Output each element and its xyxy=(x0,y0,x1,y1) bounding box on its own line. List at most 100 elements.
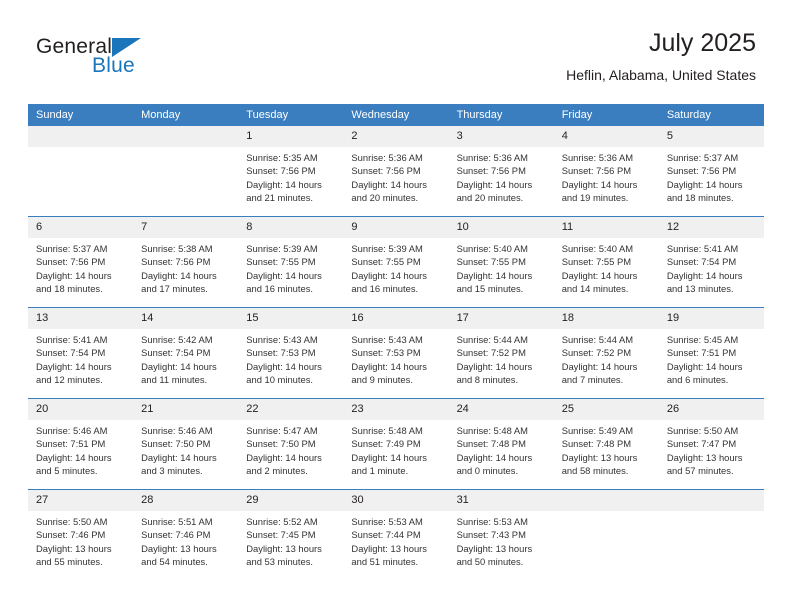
day-number xyxy=(658,490,764,511)
calendar-day-cell[interactable]: 26 Sunrise: 5:50 AM Sunset: 7:47 PM Dayligh… xyxy=(658,398,764,490)
calendar-day-cell[interactable]: 6 Sunrise: 5:37 AM Sunset: 7:56 PM Daylight… xyxy=(28,216,134,308)
calendar-day-cell[interactable]: 1 Sunrise: 5:35 AM Sunset: 7:56 PM Daylight… xyxy=(238,126,344,217)
calendar-day-cell[interactable]: 18 Sunrise: 5:44 AM Sunset: 7:52 PM Dayligh… xyxy=(553,307,659,399)
calendar-day-cell[interactable]: 19 Sunrise: 5:45 AM Sunset: 7:51 PM Dayligh… xyxy=(658,307,764,399)
day-cell-inner: 11 Sunrise: 5:40 AM Sunset: 7:55 PM Dayligh… xyxy=(553,217,659,307)
daylight-text-line1: Daylight: 13 hours xyxy=(666,451,743,463)
calendar-day-cell[interactable]: 28 Sunrise: 5:51 AM Sunset: 7:46 PM Dayligh… xyxy=(133,489,239,580)
calendar-day-cell[interactable]: 23 Sunrise: 5:48 AM Sunset: 7:49 PM Dayligh… xyxy=(343,398,449,490)
day-number: 17 xyxy=(448,308,554,329)
weekday-header-wednesday: Wednesday xyxy=(343,104,449,126)
calendar-day-cell[interactable]: 7 Sunrise: 5:38 AM Sunset: 7:56 PM Daylight… xyxy=(133,216,239,308)
calendar-day-cell[interactable]: 4 Sunrise: 5:36 AM Sunset: 7:56 PM Daylight… xyxy=(553,126,659,217)
calendar-day-cell[interactable]: 3 Sunrise: 5:36 AM Sunset: 7:56 PM Daylight… xyxy=(448,126,554,217)
day-number: 13 xyxy=(28,308,134,329)
sunrise-text: Sunrise: 5:36 AM xyxy=(456,152,528,163)
day-sun-info: Sunrise: 5:43 AM Sunset: 7:53 PM Daylight:… xyxy=(343,329,448,387)
day-cell-inner: 13 Sunrise: 5:41 AM Sunset: 7:54 PM Dayligh… xyxy=(28,308,134,398)
calendar-day-cell[interactable]: 12 Sunrise: 5:41 AM Sunset: 7:54 PM Dayligh… xyxy=(658,216,764,308)
general-blue-logo[interactable]: General Blue xyxy=(36,36,236,88)
sunset-text: Sunset: 7:56 PM xyxy=(456,165,526,177)
day-sun-info: Sunrise: 5:36 AM Sunset: 7:56 PM Daylight:… xyxy=(554,147,659,205)
sunset-text: Sunset: 7:54 PM xyxy=(666,256,737,268)
daylight-text-line2: and 0 minutes. xyxy=(456,465,519,477)
weekday-header-sunday: Sunday xyxy=(28,104,134,126)
sunset-text: Sunset: 7:56 PM xyxy=(246,165,316,177)
calendar-day-cell[interactable]: 17 Sunrise: 5:44 AM Sunset: 7:52 PM Dayligh… xyxy=(448,307,554,399)
calendar-day-cell[interactable]: 31 Sunrise: 5:53 AM Sunset: 7:43 PM Dayligh… xyxy=(448,489,554,580)
day-cell-inner: 29 Sunrise: 5:52 AM Sunset: 7:45 PM Dayligh… xyxy=(238,490,344,580)
daylight-text-line2: and 58 minutes. xyxy=(561,465,629,477)
day-sun-info: Sunrise: 5:50 AM Sunset: 7:46 PM Daylight:… xyxy=(28,511,133,569)
calendar-day-cell[interactable]: 30 Sunrise: 5:53 AM Sunset: 7:44 PM Dayligh… xyxy=(343,489,449,580)
sunset-text: Sunset: 7:56 PM xyxy=(36,256,106,268)
day-cell-inner: 4 Sunrise: 5:36 AM Sunset: 7:56 PM Daylight… xyxy=(553,126,659,216)
calendar-day-cell[interactable]: 9 Sunrise: 5:39 AM Sunset: 7:55 PM Daylight… xyxy=(343,216,449,308)
calendar-day-cell[interactable]: 27 Sunrise: 5:50 AM Sunset: 7:46 PM Dayligh… xyxy=(28,489,134,580)
calendar-day-cell[interactable]: 21 Sunrise: 5:46 AM Sunset: 7:50 PM Dayligh… xyxy=(133,398,239,490)
daylight-text-line2: and 18 minutes. xyxy=(36,283,103,295)
day-number: 24 xyxy=(448,399,554,420)
day-sun-info: Sunrise: 5:53 AM Sunset: 7:43 PM Daylight:… xyxy=(449,511,554,569)
calendar-day-cell[interactable]: 16 Sunrise: 5:43 AM Sunset: 7:53 PM Dayligh… xyxy=(343,307,449,399)
day-cell-inner: 17 Sunrise: 5:44 AM Sunset: 7:52 PM Dayligh… xyxy=(448,308,554,398)
day-cell-inner: 19 Sunrise: 5:45 AM Sunset: 7:51 PM Dayligh… xyxy=(658,308,764,398)
daylight-text-line1: Daylight: 14 hours xyxy=(666,360,743,372)
calendar-day-cell[interactable]: 5 Sunrise: 5:37 AM Sunset: 7:56 PM Daylight… xyxy=(658,126,764,217)
calendar-day-cell[interactable]: 2 Sunrise: 5:36 AM Sunset: 7:56 PM Daylight… xyxy=(343,126,449,217)
sunset-text: Sunset: 7:51 PM xyxy=(666,347,737,359)
calendar-day-cell[interactable]: 10 Sunrise: 5:40 AM Sunset: 7:55 PM Dayligh… xyxy=(448,216,554,308)
day-cell-inner: 20 Sunrise: 5:46 AM Sunset: 7:51 PM Dayligh… xyxy=(28,399,134,489)
day-sun-info: Sunrise: 5:50 AM Sunset: 7:47 PM Daylight:… xyxy=(659,420,764,478)
day-number: 28 xyxy=(133,490,239,511)
calendar-day-cell[interactable]: 29 Sunrise: 5:52 AM Sunset: 7:45 PM Dayligh… xyxy=(238,489,344,580)
sunset-text: Sunset: 7:43 PM xyxy=(456,529,526,541)
day-cell-inner: 15 Sunrise: 5:43 AM Sunset: 7:53 PM Dayligh… xyxy=(238,308,344,398)
calendar-day-cell[interactable]: 8 Sunrise: 5:39 AM Sunset: 7:55 PM Daylight… xyxy=(238,216,344,308)
day-cell-inner: 7 Sunrise: 5:38 AM Sunset: 7:56 PM Daylight… xyxy=(133,217,239,307)
daylight-text-line1: Daylight: 14 hours xyxy=(666,178,743,190)
day-cell-inner: 27 Sunrise: 5:50 AM Sunset: 7:46 PM Dayligh… xyxy=(28,490,134,580)
daylight-text-line2: and 21 minutes. xyxy=(246,192,313,204)
day-cell-inner: 31 Sunrise: 5:53 AM Sunset: 7:43 PM Dayligh… xyxy=(448,490,554,580)
calendar-day-cell[interactable]: 11 Sunrise: 5:40 AM Sunset: 7:55 PM Dayligh… xyxy=(553,216,659,308)
day-number: 1 xyxy=(238,126,344,147)
sunset-text: Sunset: 7:44 PM xyxy=(351,529,421,541)
daylight-text-line1: Daylight: 14 hours xyxy=(36,269,112,281)
sunset-text: Sunset: 7:56 PM xyxy=(351,165,421,177)
calendar-day-cell[interactable]: 22 Sunrise: 5:47 AM Sunset: 7:50 PM Dayligh… xyxy=(238,398,344,490)
daylight-text-line2: and 50 minutes. xyxy=(456,556,524,568)
day-sun-info: Sunrise: 5:40 AM Sunset: 7:55 PM Daylight:… xyxy=(554,238,659,296)
sunrise-text: Sunrise: 5:48 AM xyxy=(456,425,528,436)
day-number: 23 xyxy=(343,399,449,420)
sunrise-text: Sunrise: 5:48 AM xyxy=(351,425,423,436)
day-number: 29 xyxy=(238,490,344,511)
logo-text-blue: Blue xyxy=(92,54,135,77)
daylight-text-line2: and 5 minutes. xyxy=(36,465,98,477)
day-cell-inner: 16 Sunrise: 5:43 AM Sunset: 7:53 PM Dayligh… xyxy=(343,308,449,398)
sunset-text: Sunset: 7:53 PM xyxy=(351,347,421,359)
day-sun-info: Sunrise: 5:36 AM Sunset: 7:56 PM Daylight:… xyxy=(343,147,448,205)
day-cell-inner: 14 Sunrise: 5:42 AM Sunset: 7:54 PM Dayligh… xyxy=(133,308,239,398)
calendar-day-cell[interactable]: 20 Sunrise: 5:46 AM Sunset: 7:51 PM Dayligh… xyxy=(28,398,134,490)
page-header: General Blue July 2025 Heflin, Alabama, … xyxy=(0,0,792,104)
sunrise-text: Sunrise: 5:45 AM xyxy=(666,334,739,345)
calendar-cell-empty xyxy=(28,126,134,217)
sunrise-text: Sunrise: 5:51 AM xyxy=(141,516,213,527)
calendar-day-cell[interactable]: 25 Sunrise: 5:49 AM Sunset: 7:48 PM Dayligh… xyxy=(553,398,659,490)
calendar-day-cell[interactable]: 15 Sunrise: 5:43 AM Sunset: 7:53 PM Dayligh… xyxy=(238,307,344,399)
daylight-text-line2: and 9 minutes. xyxy=(351,374,413,386)
calendar-body: 1 Sunrise: 5:35 AM Sunset: 7:56 PM Daylight… xyxy=(28,126,764,580)
day-number: 20 xyxy=(28,399,134,420)
daylight-text-line1: Daylight: 13 hours xyxy=(141,542,217,554)
calendar-day-cell[interactable]: 24 Sunrise: 5:48 AM Sunset: 7:48 PM Dayligh… xyxy=(448,398,554,490)
day-cell-inner: 9 Sunrise: 5:39 AM Sunset: 7:55 PM Daylight… xyxy=(343,217,449,307)
day-cell-inner: 30 Sunrise: 5:53 AM Sunset: 7:44 PM Dayligh… xyxy=(343,490,449,580)
day-number: 11 xyxy=(553,217,659,238)
daylight-text-line2: and 51 minutes. xyxy=(351,556,419,568)
day-number: 16 xyxy=(343,308,449,329)
sunrise-text: Sunrise: 5:35 AM xyxy=(246,152,318,163)
calendar-day-cell[interactable]: 14 Sunrise: 5:42 AM Sunset: 7:54 PM Dayligh… xyxy=(133,307,239,399)
sunrise-text: Sunrise: 5:52 AM xyxy=(246,516,318,527)
calendar-day-cell[interactable]: 13 Sunrise: 5:41 AM Sunset: 7:54 PM Dayligh… xyxy=(28,307,134,399)
